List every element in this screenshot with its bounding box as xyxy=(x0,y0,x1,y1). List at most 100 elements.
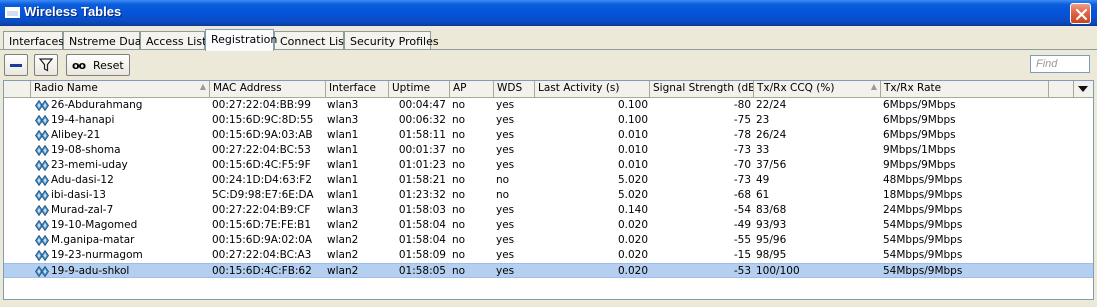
header-label: Signal Strength (dB... xyxy=(653,82,754,94)
table-row[interactable]: ibi-dasi-13 5C:D9:98:E7:6E:DA wlan1 01:23:3… xyxy=(4,188,1093,203)
cell-signal-strength: -70 xyxy=(733,159,751,171)
cell-wds: yes xyxy=(496,129,515,141)
wireless-client-icon xyxy=(35,189,49,202)
filter-icon xyxy=(39,58,53,72)
header-ccq[interactable]: Tx/Rx CCQ (%) ▲ xyxy=(754,81,881,97)
window-title: Wireless Tables xyxy=(24,4,122,19)
cell-mac-address: 00:27:22:04:BB:99 xyxy=(212,99,311,111)
cell-mac-address: 00:27:22:04:B9:CF xyxy=(212,204,311,216)
tab-access-list[interactable]: Access List xyxy=(140,31,207,50)
table-row[interactable]: 19-08-shoma 00:27:22:04:BC:53 wlan1 00:01:3… xyxy=(4,143,1093,158)
cell-signal-strength: -78 xyxy=(733,129,751,141)
cell-interface: wlan2 xyxy=(327,249,359,261)
close-button[interactable] xyxy=(1070,3,1091,24)
cell-last-activity: 0.020 xyxy=(617,265,648,277)
table-row[interactable]: 19-9-adu-shkol 00:15:6D:4C:FB:62 wlan2 01:5… xyxy=(4,263,1093,278)
cell-radio-name: Adu-dasi-12 xyxy=(51,174,114,186)
cell-interface: wlan2 xyxy=(327,219,359,231)
title-bar[interactable]: Wireless Tables xyxy=(0,0,1097,26)
header-last-activity[interactable]: Last Activity (s) xyxy=(535,81,650,97)
cell-interface: wlan1 xyxy=(327,144,359,156)
tab-security-profiles[interactable]: Security Profiles xyxy=(344,31,439,50)
close-icon xyxy=(1075,8,1088,21)
cell-ccq: 23 xyxy=(756,114,770,126)
table-row[interactable]: 23-memi-uday 00:15:6D:4C:F5:9F wlan1 01:01:… xyxy=(4,158,1093,173)
cell-radio-name: 19-10-Magomed xyxy=(51,219,138,231)
cell-tx-rx-rate: 24Mbps/9Mbps xyxy=(883,204,963,216)
wireless-client-icon xyxy=(35,144,49,157)
toolbar: oo Reset xyxy=(0,50,1097,80)
cell-uptime: 01:58:03 xyxy=(398,204,446,216)
cell-last-activity: 0.010 xyxy=(617,159,648,171)
remove-button[interactable] xyxy=(4,54,28,76)
cell-ccq: 22/24 xyxy=(756,99,787,111)
tab-registration[interactable]: Registration xyxy=(205,29,277,51)
table-row[interactable]: 19-23-nurmagom 00:27:22:04:BC:A3 wlan2 01:5… xyxy=(4,248,1093,263)
reset-label: Reset xyxy=(93,59,124,72)
reset-button[interactable]: oo Reset xyxy=(66,54,130,76)
cell-last-activity: 0.100 xyxy=(617,99,648,111)
cell-wds: yes xyxy=(496,204,515,216)
cell-ccq: 95/96 xyxy=(756,234,787,246)
cell-interface: wlan1 xyxy=(327,129,359,141)
header-mac-address[interactable]: MAC Address xyxy=(210,81,326,97)
cell-signal-strength: -68 xyxy=(733,189,751,201)
cell-radio-name: 19-4-hanapi xyxy=(51,114,115,126)
cell-signal-strength: -75 xyxy=(733,114,751,126)
table-row[interactable]: Adu-dasi-12 00:24:1D:D4:63:F2 wlan1 01:58:2… xyxy=(4,173,1093,188)
minus-icon xyxy=(10,64,22,67)
cell-radio-name: 19-9-adu-shkol xyxy=(51,265,130,277)
cell-tx-rx-rate: 54Mbps/9Mbps xyxy=(883,249,963,261)
cell-tx-rx-rate: 6Mbps/9Mbps xyxy=(883,114,956,126)
window-icon xyxy=(5,7,20,18)
header-wds[interactable]: WDS xyxy=(494,81,535,97)
cell-last-activity: 0.010 xyxy=(617,129,648,141)
registration-table: Radio Name ▲ MAC Address Interface Uptime… xyxy=(3,80,1094,300)
header-signal-strength[interactable]: Signal Strength (dB... xyxy=(650,81,754,97)
cell-uptime: 00:04:47 xyxy=(398,99,446,111)
cell-interface: wlan1 xyxy=(327,174,359,186)
table-row[interactable]: M.ganipa-matar 00:15:6D:9A:02:0A wlan2 01:5… xyxy=(4,233,1093,248)
cell-interface: wlan3 xyxy=(327,204,359,216)
header-label: Last Activity (s) xyxy=(538,82,620,94)
cell-signal-strength: -49 xyxy=(733,219,751,231)
cell-mac-address: 00:15:6D:9C:8D:55 xyxy=(212,114,314,126)
header-interface[interactable]: Interface xyxy=(326,81,389,97)
cell-mac-address: 00:27:22:04:BC:A3 xyxy=(212,249,312,261)
cell-wds: yes xyxy=(496,99,515,111)
cell-interface: wlan2 xyxy=(327,234,359,246)
column-menu-dropdown-icon[interactable] xyxy=(1076,82,1090,96)
table-row[interactable]: 19-4-hanapi 00:15:6D:9C:8D:55 wlan3 00:06:3… xyxy=(4,113,1093,128)
cell-last-activity: 0.020 xyxy=(617,219,648,231)
reset-icon: oo xyxy=(72,59,86,72)
cell-radio-name: 19-08-shoma xyxy=(51,144,121,156)
wireless-client-icon xyxy=(35,249,49,262)
tab-label: Access List xyxy=(146,35,207,48)
header-uptime[interactable]: Uptime xyxy=(389,81,450,97)
cell-wds: no xyxy=(496,189,510,201)
tab-connect-list[interactable]: Connect List xyxy=(274,31,348,50)
cell-tx-rx-rate: 54Mbps/9Mbps xyxy=(883,234,963,246)
header-blank[interactable] xyxy=(4,81,31,97)
table-row[interactable]: 26-Abdurahmang 00:27:22:04:BB:99 wlan3 00:0… xyxy=(4,98,1093,113)
tab-interfaces[interactable]: Interfaces xyxy=(3,31,64,50)
cell-ap: no xyxy=(452,249,466,261)
table-row[interactable]: Murad-zal-7 00:27:22:04:B9:CF wlan3 01:58:0… xyxy=(4,203,1093,218)
find-input[interactable]: Find xyxy=(1030,55,1090,73)
cell-uptime: 01:58:04 xyxy=(398,219,446,231)
cell-tx-rx-rate: 54Mbps/9Mbps xyxy=(883,219,963,231)
cell-mac-address: 00:15:6D:4C:FB:62 xyxy=(212,265,312,277)
cell-interface: wlan3 xyxy=(327,114,359,126)
filter-button[interactable] xyxy=(34,54,58,76)
wireless-client-icon xyxy=(35,234,49,247)
header-radio-name[interactable]: Radio Name ▲ xyxy=(31,81,210,97)
header-tx-rx-rate[interactable]: Tx/Rx Rate xyxy=(881,81,1049,97)
cell-radio-name: 19-23-nurmagom xyxy=(51,249,143,261)
table-row[interactable]: Alibey-21 00:15:6D:9A:03:AB wlan1 01:58:11 n… xyxy=(4,128,1093,143)
cell-mac-address: 5C:D9:98:E7:6E:DA xyxy=(212,189,314,201)
cell-radio-name: Alibey-21 xyxy=(51,129,101,141)
header-ap[interactable]: AP xyxy=(450,81,494,97)
tab-nstreme-dual[interactable]: Nstreme Dual xyxy=(63,31,145,50)
table-row[interactable]: 19-10-Magomed 00:15:6D:7E:FE:B1 wlan2 01:58… xyxy=(4,218,1093,233)
cell-wds: no xyxy=(496,174,510,186)
